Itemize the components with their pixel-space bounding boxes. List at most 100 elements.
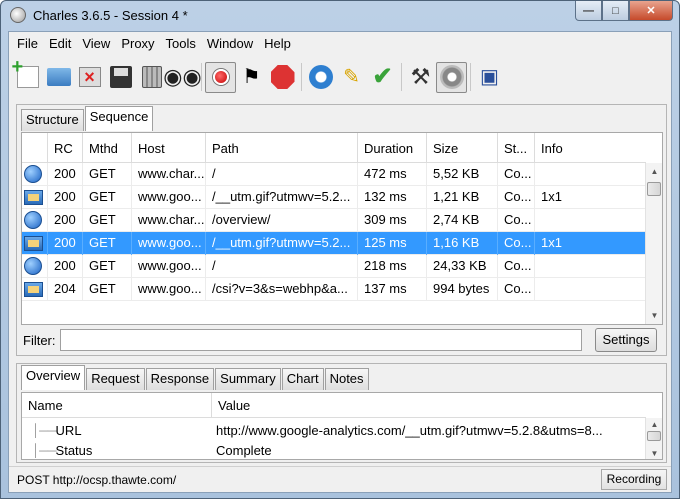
globe-icon (24, 165, 42, 183)
menu-edit[interactable]: Edit (43, 32, 76, 54)
column-value[interactable]: Value (212, 393, 646, 417)
shopping-cart-icon: ▣ (480, 66, 499, 88)
column-status[interactable]: St... (498, 133, 535, 162)
menu-window[interactable]: Window (201, 32, 258, 54)
cell-rc: 200 (48, 231, 83, 255)
breakpoints-button[interactable] (267, 62, 298, 93)
cell-status: Co... (498, 277, 535, 301)
column-method[interactable]: Mthd (83, 133, 132, 162)
tab-request[interactable]: Request (86, 368, 145, 390)
validate-check-icon: ✔ (372, 63, 393, 90)
detail-panel: Overview Request Response Summary Chart … (16, 363, 667, 463)
overview-value: Complete (216, 442, 272, 458)
column-path[interactable]: Path (206, 133, 358, 162)
cell-status: Co... (498, 185, 535, 209)
scroll-down-arrow[interactable]: ▼ (646, 447, 662, 459)
buy-button[interactable]: ▣ (474, 62, 505, 93)
tab-sequence[interactable]: Sequence (84, 106, 154, 131)
toolbar-separator (301, 63, 302, 91)
save-session-button[interactable] (105, 62, 136, 93)
cell-rc: 200 (48, 162, 83, 186)
tab-summary[interactable]: Summary (215, 368, 281, 390)
image-icon (24, 189, 43, 205)
settings-gear-button[interactable] (436, 61, 467, 93)
image-icon (24, 235, 43, 251)
table-row[interactable]: 200 GET www.goo.../__utm.gif?utmwv=5.2... 1… (22, 185, 646, 209)
globe-icon (24, 211, 42, 229)
filter-label: Filter: (23, 333, 56, 348)
menu-help[interactable]: Help (258, 32, 296, 54)
cell-method: GET (83, 231, 132, 255)
filter-input[interactable] (60, 329, 582, 351)
tools-button[interactable]: ⚒ (405, 62, 436, 93)
table-row[interactable]: 200 GET www.char.../overview/309 ms 2,74 KB… (22, 208, 646, 232)
edit-button[interactable]: ✎ (336, 62, 367, 93)
menu-proxy[interactable]: Proxy (115, 32, 159, 54)
column-icon[interactable] (22, 133, 48, 162)
scroll-down-arrow[interactable]: ▼ (646, 307, 662, 324)
row-icon-cell (22, 185, 48, 209)
menu-view[interactable]: View (76, 32, 115, 54)
panel-splitter[interactable] (16, 358, 667, 362)
tab-chart[interactable]: Chart (281, 368, 324, 390)
table-row[interactable]: 200 GET www.goo.../__utm.gif?utmwv=5.2... 1… (22, 231, 646, 255)
scroll-up-arrow[interactable]: ▲ (646, 418, 662, 430)
menu-file[interactable]: File (11, 32, 43, 54)
cell-info: 1x1 (541, 188, 562, 204)
filter-settings-button[interactable]: Settings (595, 328, 657, 352)
cell-method: GET (83, 277, 132, 301)
scroll-up-arrow[interactable]: ▲ (646, 163, 662, 180)
repeat-button[interactable] (305, 62, 336, 93)
scroll-thumb[interactable] (647, 431, 661, 441)
column-info[interactable]: Info (535, 133, 646, 162)
tab-structure[interactable]: Structure (21, 109, 84, 131)
table-row[interactable]: 200 GET www.goo.../218 ms 24,33 KB Co... (22, 254, 646, 278)
table-body: 200 GET www.char.../472 ms 5,52 KB Co... 200 G… (22, 162, 646, 301)
overview-row[interactable]: │──URL http://www.google-analytics.com/__… (22, 420, 646, 440)
overview-name: URL (55, 422, 82, 438)
tools-icon: ⚒ (410, 64, 431, 89)
menu-bar: File Edit View Proxy Tools Window Help (9, 32, 671, 54)
close-session-button[interactable]: × (74, 62, 105, 93)
minimize-button[interactable]: — (575, 1, 602, 21)
throttle-button[interactable]: ⚑ (236, 62, 267, 93)
filter-row: Filter: Settings (21, 328, 663, 353)
validate-button[interactable]: ✔ (367, 62, 398, 93)
cell-info (535, 278, 646, 301)
overview-header: Name Value (22, 393, 646, 418)
new-session-button[interactable] (12, 57, 43, 93)
cell-path: /overview/ (206, 208, 358, 232)
column-host[interactable]: Host (132, 133, 206, 162)
maximize-button[interactable]: □ (602, 1, 629, 21)
tab-response[interactable]: Response (145, 368, 215, 390)
overview-name: Status (55, 442, 93, 458)
toolbar-separator (470, 63, 471, 91)
tab-notes[interactable]: Notes (324, 368, 369, 390)
title-bar[interactable]: Charles 3.6.5 - Session 4 * — □ ✕ (1, 1, 679, 31)
menu-tools[interactable]: Tools (160, 32, 201, 54)
cell-status: Co... (498, 208, 535, 232)
row-icon-cell (22, 208, 48, 232)
charles-app-icon (10, 7, 26, 23)
record-button[interactable] (205, 61, 236, 93)
overview-row[interactable]: │──Status Complete (22, 440, 646, 459)
scroll-thumb[interactable] (647, 182, 661, 196)
table-row[interactable]: 204 GET www.goo.../csi?v=3&s=webhp&a... 137… (22, 277, 646, 301)
overview-name-cell: │──URL (22, 423, 212, 438)
cell-info: 1x1 (541, 234, 562, 250)
table-scrollbar[interactable]: ▲ ▼ (645, 163, 662, 324)
recording-status[interactable]: Recording (601, 469, 667, 490)
overview-scrollbar[interactable]: ▲ ▼ (645, 418, 662, 459)
edit-pencil-icon: ✎ (343, 66, 360, 88)
open-session-button[interactable] (43, 62, 74, 93)
column-size[interactable]: Size (427, 133, 498, 162)
cell-method: GET (83, 185, 132, 209)
close-button[interactable]: ✕ (629, 1, 673, 21)
tab-overview[interactable]: Overview (21, 365, 86, 390)
column-name[interactable]: Name (22, 393, 212, 417)
column-duration[interactable]: Duration (358, 133, 427, 162)
table-row[interactable]: 200 GET www.char.../472 ms 5,52 KB Co... (22, 162, 646, 186)
cell-duration: 137 ms (358, 277, 427, 301)
find-button[interactable]: ◉◉ (163, 62, 201, 93)
column-rc[interactable]: RC (48, 133, 83, 162)
